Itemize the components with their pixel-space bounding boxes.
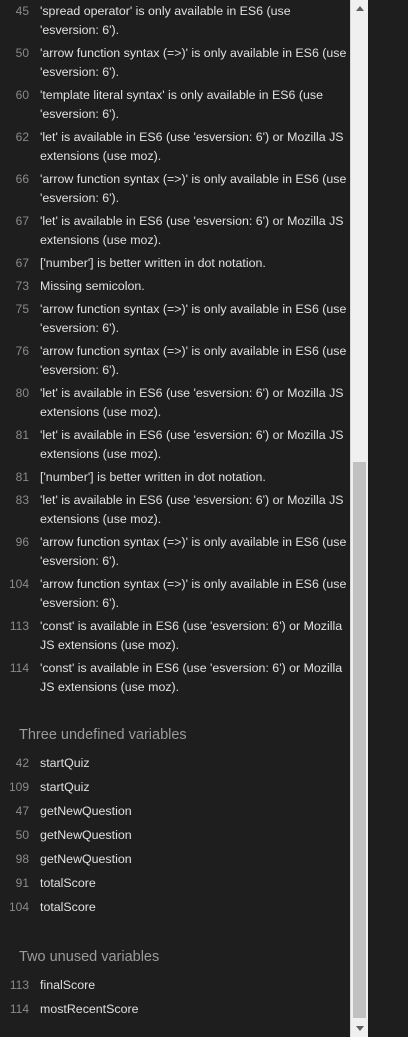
warning-line-number: 60	[15, 88, 29, 102]
variable-row: 104 totalScore	[0, 895, 350, 919]
warning-line-number: 75	[15, 302, 29, 316]
warning-message: 'const' is available in ES6 (use 'esvers…	[40, 661, 343, 694]
warning-message: 'spread operator' is only available in E…	[40, 4, 291, 37]
vertical-scrollbar[interactable]	[350, 0, 368, 1037]
warning-line-number: 81	[15, 470, 29, 484]
warning-message: ['number'] is better written in dot nota…	[40, 470, 266, 484]
warning-row: 114 'const' is available in ES6 (use 'esv…	[0, 659, 350, 697]
variable-line-number: 113	[9, 978, 29, 992]
variable-line-number: 104	[8, 900, 29, 914]
variable-name: totalScore	[40, 900, 96, 914]
variable-line-number: 42	[15, 756, 29, 770]
warning-row: 113 'const' is available in ES6 (use 'esv…	[0, 617, 350, 655]
variable-row: 113 finalScore	[0, 973, 350, 997]
variable-row: 50 getNewQuestion	[0, 823, 350, 847]
warning-message: 'template literal syntax' is only availa…	[40, 88, 323, 121]
triangle-up-icon	[355, 6, 364, 11]
warning-line-number: 104	[8, 577, 29, 591]
warning-row: 45 'spread operator' is only available in…	[0, 2, 350, 40]
warning-line-number: 66	[15, 172, 29, 186]
variable-row: 42 startQuiz	[0, 751, 350, 775]
warning-row: 104 'arrow function syntax (=>)' is only …	[0, 575, 350, 613]
undefined-variables-list: 42 startQuiz 109 startQuiz 47 getNewQuestion 5…	[0, 751, 350, 919]
variable-line-number: 47	[15, 804, 29, 818]
warning-line-number: 62	[15, 130, 29, 144]
warning-message: 'arrow function syntax (=>)' is only ava…	[40, 344, 347, 377]
variable-line-number: 114	[9, 1002, 29, 1016]
warning-line-number: 83	[15, 493, 29, 507]
scroll-thumb[interactable]	[353, 462, 366, 1018]
warning-row: 96 'arrow function syntax (=>)' is only a…	[0, 533, 350, 571]
warning-row: 75 'arrow function syntax (=>)' is only a…	[0, 300, 350, 338]
warning-row: 81 'let' is available in ES6 (use 'esvers…	[0, 426, 350, 464]
warning-message: 'let' is available in ES6 (use 'esversio…	[40, 493, 344, 526]
warning-message: 'const' is available in ES6 (use 'esvers…	[40, 619, 343, 652]
warning-row: 62 'let' is available in ES6 (use 'esvers…	[0, 128, 350, 166]
variable-row: 91 totalScore	[0, 871, 350, 895]
warning-message: 'let' is available in ES6 (use 'esversio…	[40, 428, 344, 461]
window-edge	[368, 0, 408, 1037]
variable-name: mostRecentScore	[40, 1002, 139, 1016]
warning-line-number: 81	[15, 428, 29, 442]
variable-line-number: 91	[15, 876, 29, 890]
variable-line-number: 109	[8, 780, 29, 794]
warning-message: ['number'] is better written in dot nota…	[40, 256, 266, 270]
warning-message: Missing semicolon.	[40, 279, 145, 293]
variable-name: startQuiz	[40, 780, 90, 794]
unused-variables-heading: Two unused variables	[19, 949, 160, 965]
warning-row: 83 'let' is available in ES6 (use 'esvers…	[0, 491, 350, 529]
variable-row: 47 getNewQuestion	[0, 799, 350, 823]
variable-name: startQuiz	[40, 756, 90, 770]
warnings-list: 45 'spread operator' is only available in…	[0, 0, 350, 697]
warning-row: 73 Missing semicolon.	[0, 277, 350, 296]
scroll-down-button[interactable]	[351, 1020, 368, 1037]
warning-message: 'arrow function syntax (=>)' is only ava…	[40, 535, 347, 568]
warning-row: 60 'template literal syntax' is only avai…	[0, 86, 350, 124]
warning-line-number: 80	[15, 386, 29, 400]
unused-variables-list: 113 finalScore 114 mostRecentScore	[0, 973, 350, 1021]
scroll-up-button[interactable]	[351, 0, 368, 17]
variable-row: 109 startQuiz	[0, 775, 350, 799]
warning-row: 67 'let' is available in ES6 (use 'esvers…	[0, 212, 350, 250]
warning-message: 'arrow function syntax (=>)' is only ava…	[40, 302, 347, 335]
warning-message: 'let' is available in ES6 (use 'esversio…	[40, 214, 344, 247]
warning-line-number: 67	[15, 256, 29, 270]
variable-name: getNewQuestion	[40, 828, 132, 842]
warning-line-number: 50	[15, 46, 29, 60]
warning-row: 50 'arrow function syntax (=>)' is only a…	[0, 44, 350, 82]
warning-row: 81 ['number'] is better written in dot no…	[0, 468, 350, 487]
warning-line-number: 73	[15, 279, 29, 293]
warning-message: 'arrow function syntax (=>)' is only ava…	[40, 46, 347, 79]
variable-line-number: 50	[15, 828, 29, 842]
warning-message: 'let' is available in ES6 (use 'esversio…	[40, 386, 344, 419]
variable-name: finalScore	[40, 978, 96, 992]
variable-row: 98 getNewQuestion	[0, 847, 350, 871]
variable-name: getNewQuestion	[40, 852, 132, 866]
variable-name: totalScore	[40, 876, 96, 890]
warning-line-number: 113	[9, 619, 29, 633]
triangle-down-icon	[355, 1026, 364, 1031]
warning-line-number: 114	[9, 661, 29, 675]
report-panel: 45 'spread operator' is only available in…	[0, 0, 350, 1037]
warning-message: 'let' is available in ES6 (use 'esversio…	[40, 130, 344, 163]
warning-line-number: 96	[15, 535, 29, 549]
variable-name: getNewQuestion	[40, 804, 132, 818]
undefined-variables-heading: Three undefined variables	[19, 727, 187, 743]
warning-row: 80 'let' is available in ES6 (use 'esvers…	[0, 384, 350, 422]
variable-row: 114 mostRecentScore	[0, 997, 350, 1021]
variable-line-number: 98	[15, 852, 29, 866]
warning-line-number: 67	[15, 214, 29, 228]
warning-row: 66 'arrow function syntax (=>)' is only a…	[0, 170, 350, 208]
warning-message: 'arrow function syntax (=>)' is only ava…	[40, 577, 347, 610]
warning-line-number: 76	[15, 344, 29, 358]
warning-message: 'arrow function syntax (=>)' is only ava…	[40, 172, 347, 205]
warning-row: 76 'arrow function syntax (=>)' is only a…	[0, 342, 350, 380]
warning-row: 67 ['number'] is better written in dot no…	[0, 254, 350, 273]
warning-line-number: 45	[15, 4, 29, 18]
